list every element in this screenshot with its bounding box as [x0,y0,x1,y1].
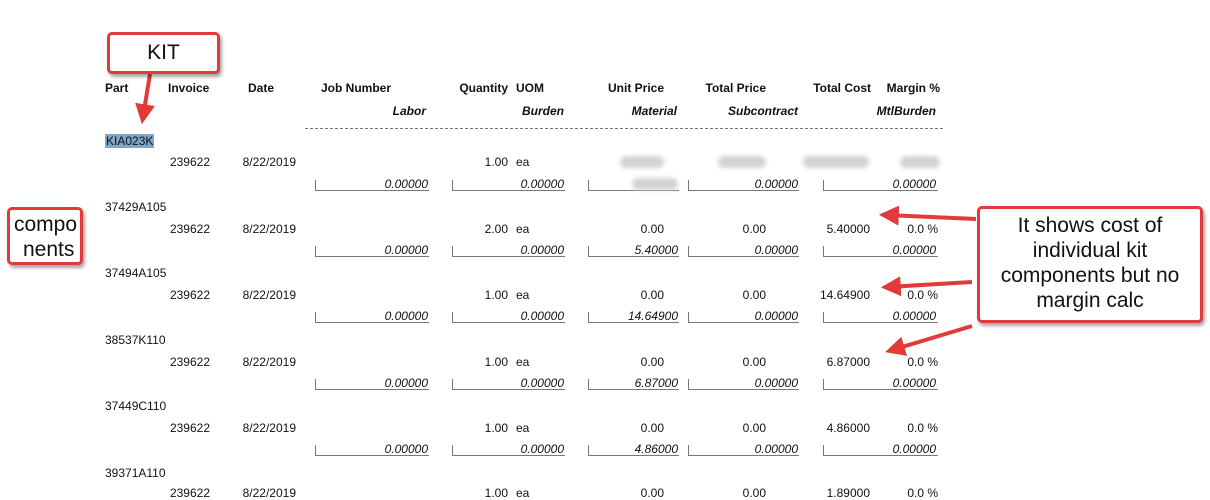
components-callout-line-2: nents [23,238,75,261]
callout-arrow-1 [878,205,977,226]
components-callout-line-1: compo [14,213,78,236]
kit-arrow [135,73,155,125]
components-callout: compo nents [7,207,83,265]
margin-note-line-2: individual kit [1032,239,1148,262]
margin-note-callout: It shows cost of individual kit componen… [977,206,1203,323]
kit-callout: KIT [107,32,220,74]
margin-note-line-4: margin calc [1036,289,1144,312]
margin-note-line-1: It shows cost of [1017,214,1163,237]
margin-note-line-3: components but no [1000,264,1180,287]
kit-callout-text: KIT [147,41,180,64]
callout-arrow-2 [880,276,973,297]
callout-arrow-3 [885,324,973,356]
